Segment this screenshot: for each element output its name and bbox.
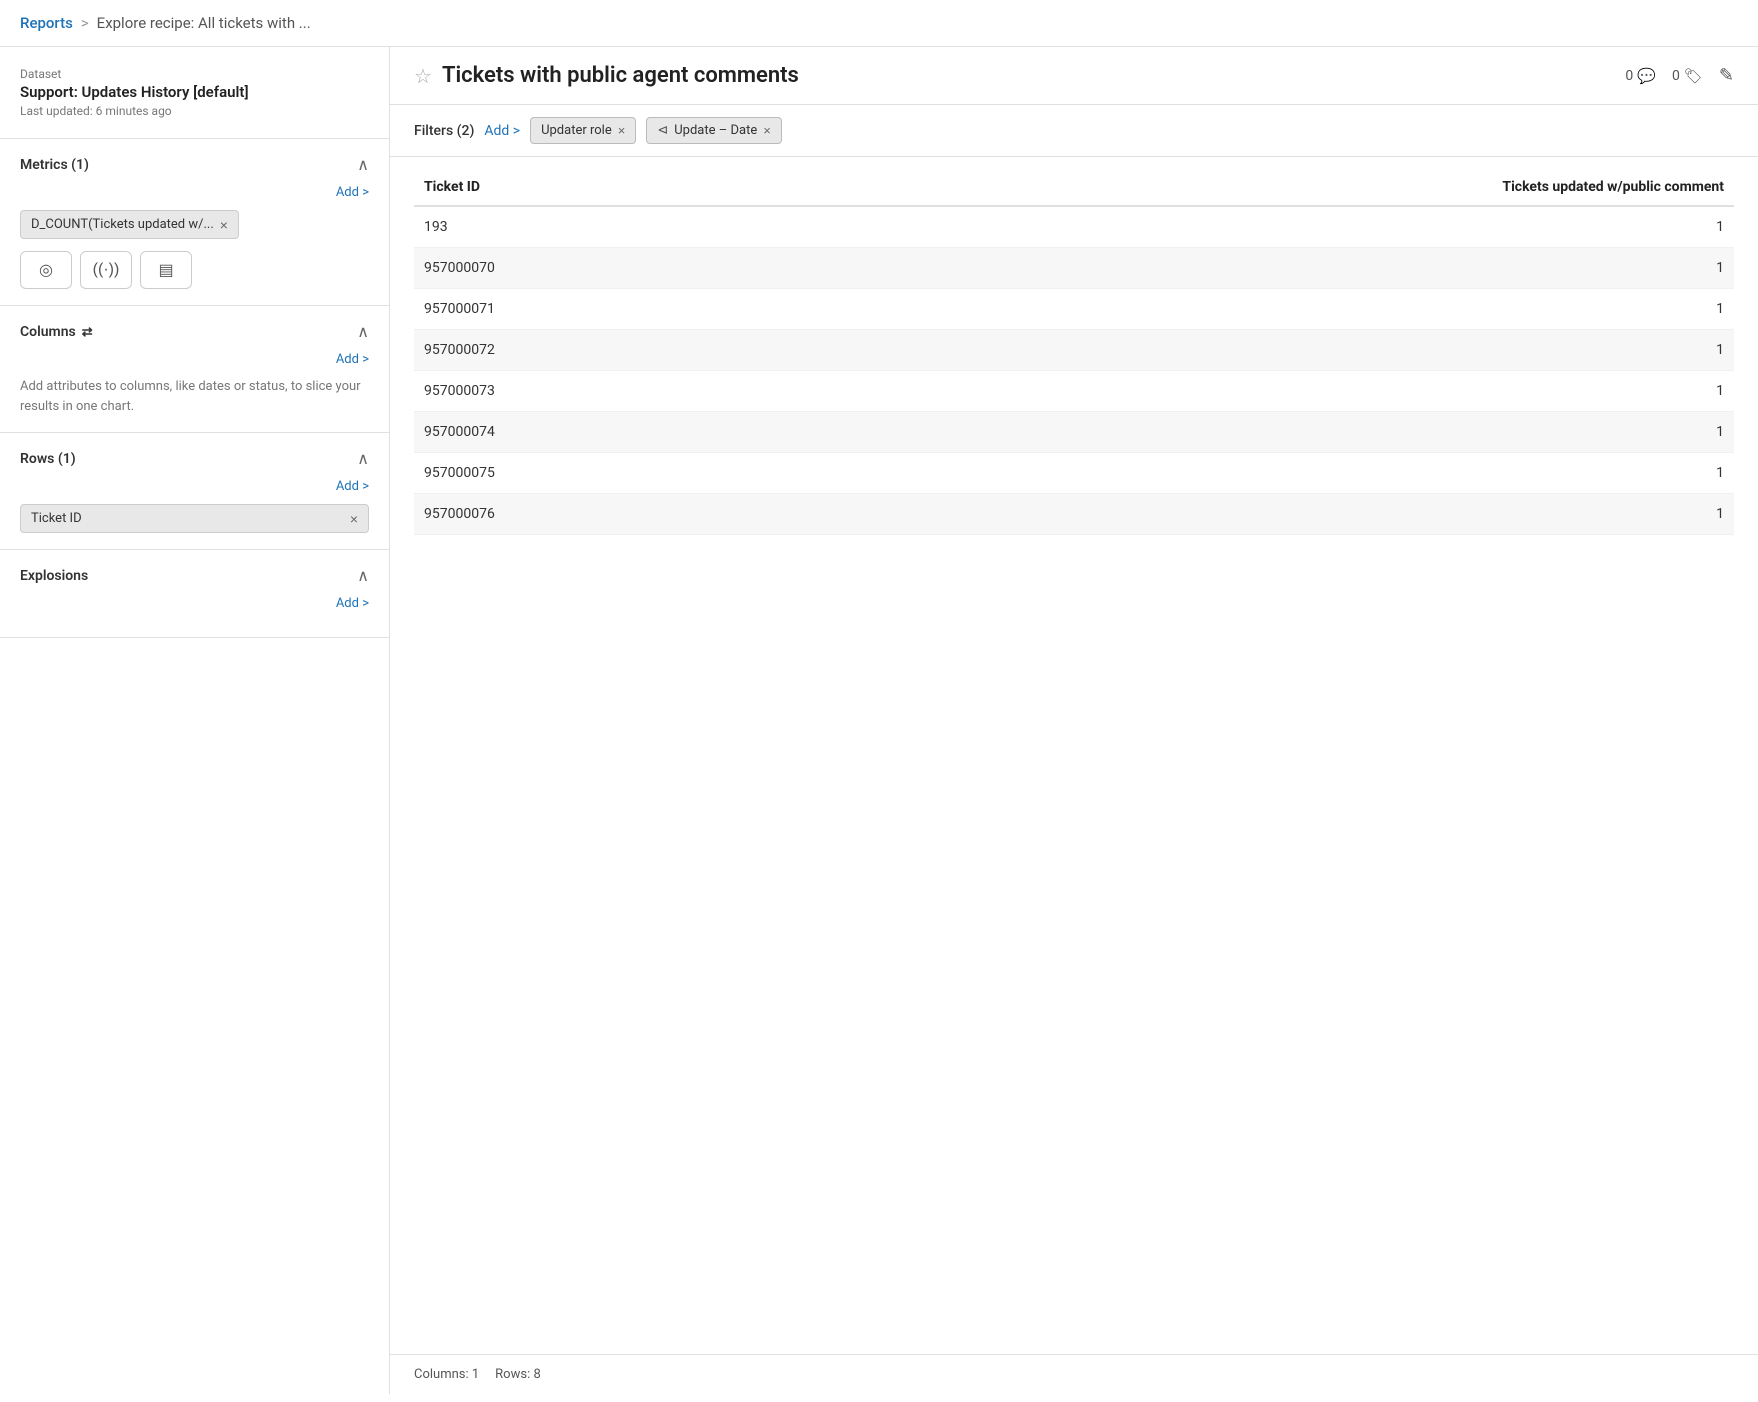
table-row: 9570000751 [414, 453, 1734, 494]
table-cell-count: 1 [775, 206, 1734, 248]
metrics-section: Metrics (1) ∧ Add > D_COUNT(Tickets upda… [0, 139, 389, 306]
rows-title: Rows (1) [20, 451, 76, 467]
filter-chip-update-date: ⊲ Update – Date × [646, 117, 782, 144]
star-icon[interactable]: ☆ [414, 64, 432, 88]
tags-count-value: 0 [1672, 68, 1680, 84]
table-cell-ticket-id: 957000074 [414, 412, 775, 453]
footer-rows: Rows: 8 [495, 1367, 541, 1382]
table-cell-ticket-id: 957000075 [414, 453, 775, 494]
filters-add-link[interactable]: Add > [484, 123, 520, 139]
comments-icon: 💬 [1637, 67, 1656, 85]
filter-chip-updater-role: Updater role × [530, 117, 636, 144]
tags-count-badge: 0 🏷 [1672, 67, 1703, 85]
breadcrumb-separator: > [81, 14, 89, 32]
edit-icon[interactable]: ✎ [1719, 65, 1734, 86]
dataset-label: Dataset [20, 67, 369, 81]
table-container: Ticket ID Tickets updated w/public comme… [390, 157, 1758, 1354]
breadcrumb-current: Explore recipe: All tickets with ... [97, 14, 311, 32]
metrics-title: Metrics (1) [20, 157, 89, 173]
rows-section: Rows (1) ∧ Add > Ticket ID × [0, 433, 389, 550]
metrics-collapse-button[interactable]: ∧ [357, 155, 369, 175]
rows-add-link[interactable]: Add > [20, 479, 369, 494]
table-cell-count: 1 [775, 371, 1734, 412]
filter-funnel-icon: ⊲ [657, 123, 668, 138]
report-title: Tickets with public agent comments [442, 63, 799, 88]
table-cell-ticket-id: 957000076 [414, 494, 775, 535]
content-header: ☆ Tickets with public agent comments 0 💬… [390, 47, 1758, 105]
rows-chip: Ticket ID × [20, 504, 369, 533]
viz-buttons: ◎ ((·)) ▤ [20, 251, 369, 289]
table-cell-count: 1 [775, 289, 1734, 330]
table-cell-count: 1 [775, 453, 1734, 494]
table-cell-count: 1 [775, 248, 1734, 289]
breadcrumb: Reports > Explore recipe: All tickets wi… [0, 0, 1758, 47]
rows-chip-remove-button[interactable]: × [350, 512, 358, 526]
table-cell-count: 1 [775, 330, 1734, 371]
columns-shuffle-icon: ⇄ [82, 325, 93, 340]
metrics-section-header: Metrics (1) ∧ [20, 155, 369, 175]
columns-hint: Add attributes to columns, like dates or… [20, 377, 369, 416]
table-row: 9570000711 [414, 289, 1734, 330]
drop-viz-button[interactable]: ◎ [20, 251, 72, 289]
explosions-collapse-button[interactable]: ∧ [357, 566, 369, 586]
footer-columns: Columns: 1 [414, 1367, 479, 1382]
dataset-name: Support: Updates History [default] [20, 83, 369, 101]
table-row: 9570000701 [414, 248, 1734, 289]
table-row: 9570000721 [414, 330, 1734, 371]
filter-chip-update-date-text: Update – Date [674, 123, 757, 138]
table-cell-ticket-id: 957000072 [414, 330, 775, 371]
breadcrumb-reports-link[interactable]: Reports [20, 14, 73, 32]
metrics-add-link[interactable]: Add > [20, 185, 369, 200]
columns-title: Columns ⇄ [20, 324, 93, 340]
table-footer: Columns: 1 Rows: 8 [390, 1354, 1758, 1394]
table-body: 1931957000070195700007119570000721957000… [414, 206, 1734, 535]
sidebar: Dataset Support: Updates History [defaul… [0, 47, 390, 1394]
columns-section-header: Columns ⇄ ∧ [20, 322, 369, 342]
dataset-updated: Last updated: 6 minutes ago [20, 104, 369, 118]
metrics-chip-text: D_COUNT(Tickets updated w/... [31, 217, 214, 232]
columns-add-link[interactable]: Add > [20, 352, 369, 367]
metrics-chip-remove-button[interactable]: × [220, 218, 228, 232]
col-header-ticket-id: Ticket ID [414, 167, 775, 206]
col-header-tickets-updated: Tickets updated w/public comment [775, 167, 1734, 206]
table-cell-ticket-id: 957000073 [414, 371, 775, 412]
table-row: 9570000761 [414, 494, 1734, 535]
table-row: 9570000731 [414, 371, 1734, 412]
table-header: Ticket ID Tickets updated w/public comme… [414, 167, 1734, 206]
table-cell-count: 1 [775, 412, 1734, 453]
filter-chip-update-date-remove[interactable]: × [763, 123, 771, 138]
metrics-chip: D_COUNT(Tickets updated w/... × [20, 210, 239, 239]
explosions-section-header: Explosions ∧ [20, 566, 369, 586]
tags-icon: 🏷 [1684, 67, 1703, 85]
main-layout: Dataset Support: Updates History [defaul… [0, 47, 1758, 1394]
columns-collapse-button[interactable]: ∧ [357, 322, 369, 342]
radio-viz-button[interactable]: ((·)) [80, 251, 132, 289]
table-cell-ticket-id: 957000070 [414, 248, 775, 289]
table-cell-ticket-id: 193 [414, 206, 775, 248]
rows-chip-text: Ticket ID [31, 511, 82, 526]
explosions-add-link[interactable]: Add > [20, 596, 369, 611]
table-row: 9570000741 [414, 412, 1734, 453]
report-title-area: ☆ Tickets with public agent comments [414, 63, 799, 88]
content-area: ☆ Tickets with public agent comments 0 💬… [390, 47, 1758, 1394]
dataset-info: Dataset Support: Updates History [defaul… [0, 67, 389, 139]
explosions-section: Explosions ∧ Add > [0, 550, 389, 638]
filter-chip-updater-role-remove[interactable]: × [618, 123, 626, 138]
comments-count-badge: 0 💬 [1625, 67, 1656, 85]
explosions-title: Explosions [20, 568, 88, 584]
table-row: 1931 [414, 206, 1734, 248]
filter-chip-updater-role-text: Updater role [541, 123, 612, 138]
table-cell-count: 1 [775, 494, 1734, 535]
filters-bar: Filters (2) Add > Updater role × ⊲ Updat… [390, 105, 1758, 157]
table-cell-ticket-id: 957000071 [414, 289, 775, 330]
header-actions: 0 💬 0 🏷 ✎ [1625, 65, 1734, 86]
columns-section: Columns ⇄ ∧ Add > Add attributes to colu… [0, 306, 389, 433]
rows-collapse-button[interactable]: ∧ [357, 449, 369, 469]
comments-count-value: 0 [1625, 68, 1633, 84]
chat-viz-button[interactable]: ▤ [140, 251, 192, 289]
results-table: Ticket ID Tickets updated w/public comme… [414, 167, 1734, 535]
rows-section-header: Rows (1) ∧ [20, 449, 369, 469]
filters-label: Filters (2) [414, 123, 474, 139]
